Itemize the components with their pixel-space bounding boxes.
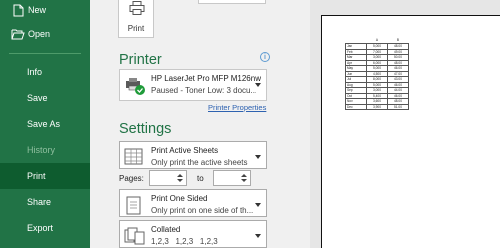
copies-field[interactable] xyxy=(198,0,266,4)
preview-table-row: Dec 3,900 51.00 xyxy=(345,103,409,110)
info-icon[interactable]: i xyxy=(260,52,270,62)
printer-dropdown[interactable]: HP LaserJet Pro MFP M126nw Paused - Tone… xyxy=(119,69,267,101)
spin-down-icon[interactable] xyxy=(177,179,183,182)
print-button[interactable]: Print xyxy=(118,0,154,38)
print-settings-panel: Print Printer i HP LaserJet Pro MFP M126… xyxy=(90,0,310,248)
sides-dropdown[interactable]: Print One Sided Only print on one side o… xyxy=(119,189,267,217)
nav-share-label: Share xyxy=(27,197,52,207)
nav-new-label: New xyxy=(28,5,47,15)
pages-label: Pages: xyxy=(119,174,144,183)
nav-info-label: Info xyxy=(27,67,43,77)
nav-save[interactable]: Save xyxy=(0,85,90,111)
pages-from-input[interactable] xyxy=(149,170,187,186)
nav-save-as[interactable]: Save As xyxy=(0,111,90,137)
chevron-down-icon xyxy=(255,203,261,207)
nav-open[interactable]: Open xyxy=(0,21,90,47)
nav-new[interactable]: New xyxy=(0,0,90,23)
nav-open-label: Open xyxy=(28,29,51,39)
nav-history-label: History xyxy=(27,145,56,155)
nav-share[interactable]: Share xyxy=(0,189,90,215)
spin-down-icon[interactable] xyxy=(241,179,247,182)
nav-export[interactable]: Export xyxy=(0,215,90,241)
preview-table-cell: Dec xyxy=(345,103,367,110)
print-what-title: Print Active Sheets xyxy=(151,146,219,155)
print-what-dropdown[interactable]: Print Active Sheets Only print the activ… xyxy=(119,141,267,169)
new-document-icon xyxy=(11,3,25,17)
printer-status-icon xyxy=(124,76,145,96)
nav-print-label: Print xyxy=(27,171,46,181)
collated-icon xyxy=(124,227,145,247)
pages-to-label: to xyxy=(197,174,204,183)
nav-history[interactable]: History xyxy=(0,137,90,163)
nav-save-as-label: Save As xyxy=(27,119,61,129)
spin-up-icon[interactable] xyxy=(177,174,183,177)
printer-section-title: Printer xyxy=(119,52,162,68)
backstage-nav: New Open Info Save Save As History Print… xyxy=(0,0,90,248)
chevron-down-icon xyxy=(255,83,261,87)
spin-up-icon[interactable] xyxy=(241,174,247,177)
printer-properties-link[interactable]: Printer Properties xyxy=(208,103,266,112)
printer-status: Paused - Toner Low: 3 docu... xyxy=(151,86,256,95)
nav-save-label: Save xyxy=(27,93,48,103)
one-sided-icon xyxy=(124,196,144,216)
chevron-down-icon xyxy=(255,155,261,159)
sides-subtitle: Only print on one side of th... xyxy=(151,206,254,215)
settings-section-title: Settings xyxy=(119,121,172,137)
pages-to-input[interactable] xyxy=(213,170,251,186)
sheets-icon xyxy=(124,148,144,168)
preview-table-cell: 51.00 xyxy=(387,103,409,110)
print-button-label: Print xyxy=(127,24,145,33)
printer-icon xyxy=(129,1,145,15)
preview-table: A B Jan 5,000 48.00 Feb 7,000 49.00 Mar 3,000 50… xyxy=(345,38,409,110)
nav-divider xyxy=(9,53,81,54)
sides-title: Print One Sided xyxy=(151,194,208,203)
collation-dropdown[interactable]: Collated 1,2,3 1,2,3 1,2,3 xyxy=(119,220,267,248)
open-folder-icon xyxy=(11,27,25,41)
preview-page: A B Jan 5,000 48.00 Feb 7,000 49.00 Mar 3,000 50… xyxy=(321,15,500,248)
preview-table-cell: 3,900 xyxy=(366,103,388,110)
collation-title: Collated xyxy=(151,225,181,234)
collation-subtitle: 1,2,3 1,2,3 1,2,3 xyxy=(151,237,218,246)
nav-export-label: Export xyxy=(27,223,54,233)
printer-name: HP LaserJet Pro MFP M126nw xyxy=(151,74,261,83)
print-what-subtitle: Only print the active sheets xyxy=(151,158,248,167)
nav-info[interactable]: Info xyxy=(0,59,90,85)
nav-print[interactable]: Print xyxy=(0,163,90,189)
chevron-down-icon xyxy=(255,234,261,238)
